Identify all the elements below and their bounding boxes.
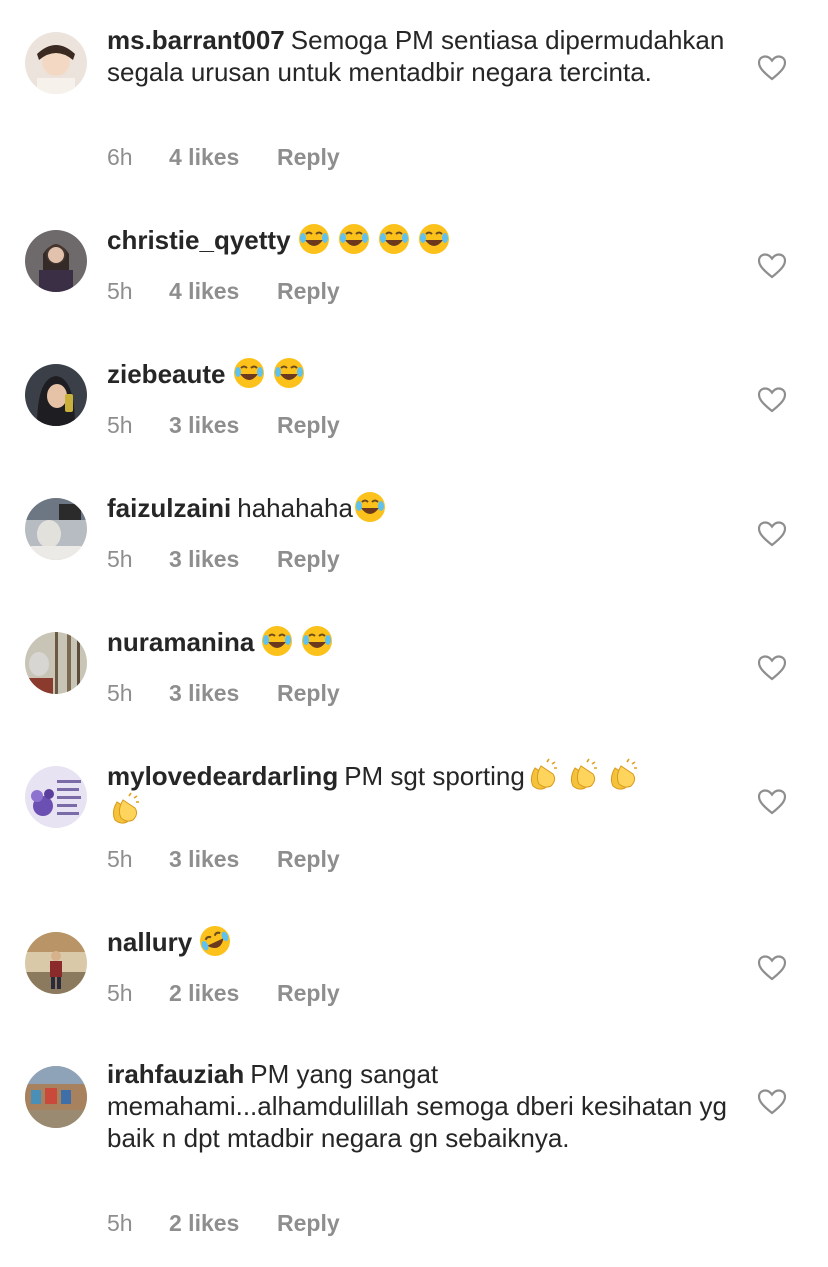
comment-username[interactable]: faizulzaini <box>107 493 231 523</box>
comment-text: ziebeaute <box>107 356 727 390</box>
comment-username[interactable]: ms.barrant007 <box>107 25 285 55</box>
face-with-tears-of-joy-icon <box>353 490 387 524</box>
comment-time: 5h <box>107 680 133 706</box>
clapping-hands-icon <box>605 758 639 792</box>
clapping-hands-icon <box>525 758 559 792</box>
heart-icon[interactable] <box>758 1089 786 1115</box>
reply-button[interactable]: Reply <box>277 679 340 707</box>
avatar[interactable] <box>25 32 87 94</box>
comment-meta: 5h 3 likes Reply <box>107 679 340 707</box>
comment-username[interactable]: ziebeaute <box>107 359 226 389</box>
comment-text: nuramanina <box>107 624 727 658</box>
face-with-tears-of-joy-icon <box>260 624 294 658</box>
avatar[interactable] <box>25 230 87 292</box>
reply-button[interactable]: Reply <box>277 277 340 305</box>
comment-time: 5h <box>107 1210 133 1236</box>
comment-username[interactable]: irahfauziah <box>107 1059 244 1089</box>
avatar[interactable] <box>25 766 87 828</box>
comment-time: 5h <box>107 412 133 438</box>
comment-text: nallury <box>107 924 727 958</box>
comment-text: mylovedeardarling PM sgt sporting <box>107 758 727 826</box>
face-with-tears-of-joy-icon <box>300 624 334 658</box>
comment-text: irahfauziah PM yang sangat memahami...alh… <box>107 1058 727 1154</box>
likes-count[interactable]: 3 likes <box>169 545 277 573</box>
likes-count[interactable]: 3 likes <box>169 679 277 707</box>
heart-icon[interactable] <box>758 955 786 981</box>
face-with-tears-of-joy-icon <box>297 222 331 256</box>
comment-text: faizulzaini hahahaha <box>107 490 727 524</box>
avatar[interactable] <box>25 498 87 560</box>
comment-meta: 5h 4 likes Reply <box>107 277 340 305</box>
reply-button[interactable]: Reply <box>277 143 340 171</box>
face-with-tears-of-joy-icon <box>337 222 371 256</box>
avatar[interactable] <box>25 632 87 694</box>
reply-button[interactable]: Reply <box>277 1209 340 1237</box>
comment-username[interactable]: mylovedeardarling <box>107 761 338 791</box>
face-with-tears-of-joy-icon <box>417 222 451 256</box>
comment-text: ms.barrant007 Semoga PM sentiasa dipermud… <box>107 24 727 88</box>
comment-text: christie_qyetty <box>107 222 727 256</box>
rolling-on-the-floor-laughing-icon <box>198 924 232 958</box>
avatar[interactable] <box>25 1066 87 1128</box>
comment-body: PM sgt sporting <box>344 761 525 791</box>
heart-icon[interactable] <box>758 789 786 815</box>
face-with-tears-of-joy-icon <box>377 222 411 256</box>
comment-time: 5h <box>107 278 133 304</box>
likes-count[interactable]: 4 likes <box>169 277 277 305</box>
reply-button[interactable]: Reply <box>277 979 340 1007</box>
comment-time: 5h <box>107 980 133 1006</box>
comment-time: 6h <box>107 144 133 170</box>
heart-icon[interactable] <box>758 55 786 81</box>
heart-icon[interactable] <box>758 655 786 681</box>
comment-meta: 6h 4 likes Reply <box>107 143 340 171</box>
avatar[interactable] <box>25 932 87 994</box>
reply-button[interactable]: Reply <box>277 845 340 873</box>
comment-username[interactable]: christie_qyetty <box>107 225 291 255</box>
comment-meta: 5h 3 likes Reply <box>107 411 340 439</box>
likes-count[interactable]: 3 likes <box>169 845 277 873</box>
clapping-hands-icon <box>565 758 599 792</box>
comment-meta: 5h 3 likes Reply <box>107 845 340 873</box>
comment-time: 5h <box>107 846 133 872</box>
clapping-hands-icon <box>107 792 141 826</box>
comment-time: 5h <box>107 546 133 572</box>
comment-meta: 5h 3 likes Reply <box>107 545 340 573</box>
heart-icon[interactable] <box>758 521 786 547</box>
likes-count[interactable]: 4 likes <box>169 143 277 171</box>
heart-icon[interactable] <box>758 387 786 413</box>
face-with-tears-of-joy-icon <box>272 356 306 390</box>
comment-meta: 5h 2 likes Reply <box>107 1209 340 1237</box>
avatar[interactable] <box>25 364 87 426</box>
reply-button[interactable]: Reply <box>277 411 340 439</box>
heart-icon[interactable] <box>758 253 786 279</box>
face-with-tears-of-joy-icon <box>232 356 266 390</box>
likes-count[interactable]: 2 likes <box>169 979 277 1007</box>
likes-count[interactable]: 2 likes <box>169 1209 277 1237</box>
comment-username[interactable]: nuramanina <box>107 627 254 657</box>
likes-count[interactable]: 3 likes <box>169 411 277 439</box>
reply-button[interactable]: Reply <box>277 545 340 573</box>
comment-body: hahahaha <box>237 493 353 523</box>
comment-meta: 5h 2 likes Reply <box>107 979 340 1007</box>
comment-username[interactable]: nallury <box>107 927 192 957</box>
